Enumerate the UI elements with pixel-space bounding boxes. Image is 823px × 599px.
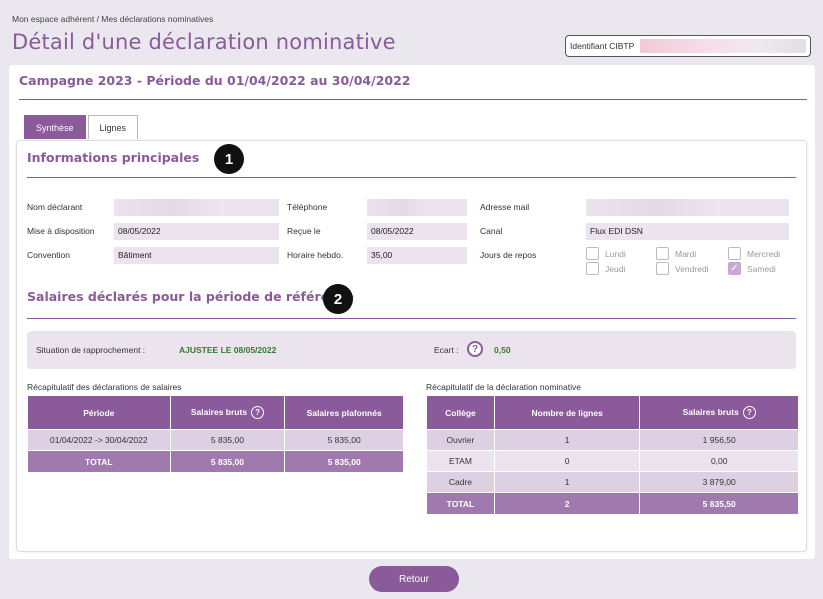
campaign-divider xyxy=(19,99,807,100)
checkbox-mercredi[interactable]: Mercredi xyxy=(728,247,780,260)
table-row: Cadre 1 3 879,00 xyxy=(426,471,799,493)
mise-a-disposition-value: 08/05/2022 xyxy=(114,223,279,240)
checkbox-vendredi[interactable]: Vendredi xyxy=(656,262,709,275)
table-row: Ouvrier 1 1 956,50 xyxy=(426,429,799,451)
rapprochement-label: Situation de rapprochement : xyxy=(36,345,146,355)
checkbox-box xyxy=(728,247,741,260)
recue-le-value: 08/05/2022 xyxy=(367,223,467,240)
tab-synthese[interactable]: Synthèse xyxy=(24,115,86,139)
page-title: Détail d'une déclaration nominative xyxy=(12,30,396,54)
recap-nominative-table: Collège Nombre de lignes Salaires bruts?… xyxy=(426,395,799,515)
recue-le-label: Reçue le xyxy=(287,226,321,236)
column-header: Salaires plafonnés xyxy=(284,395,404,430)
column-header: Salaires bruts? xyxy=(639,395,799,430)
recap-salaires-caption: Récapitulatif des déclarations de salair… xyxy=(27,382,182,392)
table-row: 01/04/2022 -> 30/04/2022 5 835,00 5 835,… xyxy=(27,429,404,451)
cibtp-value-redacted xyxy=(640,39,806,53)
tab-bar: Synthèse Lignes xyxy=(24,115,140,139)
adresse-mail-label: Adresse mail xyxy=(480,202,530,212)
annotation-badge-1: 1 xyxy=(214,144,244,174)
nom-declarant-value xyxy=(114,199,279,216)
section-title-informations: Informations principales xyxy=(27,150,200,165)
nom-declarant-label: Nom déclarant xyxy=(27,202,83,212)
checkbox-box xyxy=(586,247,599,260)
column-header: Nombre de lignes xyxy=(493,395,641,430)
table-row: ETAM 0 0,00 xyxy=(426,450,799,472)
tab-lignes[interactable]: Lignes xyxy=(87,115,139,139)
jours-repos-label: Jours de repos xyxy=(480,250,537,260)
tab-panel: Informations principales 1 Nom déclarant… xyxy=(16,140,807,552)
campaign-title: Campagne 2023 - Période du 01/04/2022 au… xyxy=(19,73,411,88)
ecart-value: 0,50 xyxy=(494,345,511,355)
table-total-row: TOTAL 2 5 835,50 xyxy=(426,492,799,515)
column-header: Collège xyxy=(426,395,495,430)
adresse-mail-value xyxy=(586,199,789,216)
mise-a-disposition-label: Mise à disposition xyxy=(27,226,95,236)
section-divider xyxy=(27,318,796,319)
help-icon[interactable]: ? xyxy=(742,406,756,419)
telephone-value xyxy=(367,199,467,216)
breadcrumb: Mon espace adhérent / Mes déclarations n… xyxy=(12,14,214,24)
recap-nominative-caption: Récapitulatif de la déclaration nominati… xyxy=(426,382,581,392)
checkbox-box xyxy=(656,247,669,260)
ecart-label: Ecart : xyxy=(434,345,459,355)
telephone-label: Téléphone xyxy=(287,202,328,212)
annotation-badge-2: 2 xyxy=(323,284,353,314)
rapprochement-panel: Situation de rapprochement : AJUSTEE LE … xyxy=(27,331,796,369)
main-card: Campagne 2023 - Période du 01/04/2022 au… xyxy=(9,65,815,559)
convention-value: Bâtiment xyxy=(114,247,279,264)
canal-value: Flux EDI DSN xyxy=(586,223,789,240)
section-title-salaires: Salaires déclarés pour la période de réf… xyxy=(27,289,354,304)
section-divider xyxy=(27,177,796,178)
horaire-label: Horaire hebdo. xyxy=(287,250,344,260)
checkmark-icon: ✓ xyxy=(728,262,741,275)
help-icon[interactable]: ? xyxy=(467,341,483,357)
checkbox-mardi[interactable]: Mardi xyxy=(656,247,696,260)
checkbox-box xyxy=(586,262,599,275)
cibtp-field: Identifiant CIBTP xyxy=(565,35,811,57)
table-total-row: TOTAL 5 835,00 5 835,00 xyxy=(27,450,404,473)
recap-salaires-table: Période Salaires bruts? Salaires plafonn… xyxy=(27,395,404,473)
checkbox-lundi[interactable]: Lundi xyxy=(586,247,626,260)
convention-label: Convention xyxy=(27,250,71,260)
help-icon[interactable]: ? xyxy=(251,406,265,419)
horaire-value: 35,00 xyxy=(367,247,467,264)
retour-button[interactable]: Retour xyxy=(369,566,459,592)
rapprochement-status: AJUSTEE LE 08/05/2022 xyxy=(179,345,277,355)
canal-label: Canal xyxy=(480,226,503,236)
column-header: Salaires bruts? xyxy=(169,395,286,430)
checkbox-samedi[interactable]: ✓ Samedi xyxy=(728,262,776,275)
column-header: Période xyxy=(27,395,171,430)
checkbox-box xyxy=(656,262,669,275)
cibtp-label: Identifiant CIBTP xyxy=(570,41,635,51)
checkbox-jeudi[interactable]: Jeudi xyxy=(586,262,625,275)
